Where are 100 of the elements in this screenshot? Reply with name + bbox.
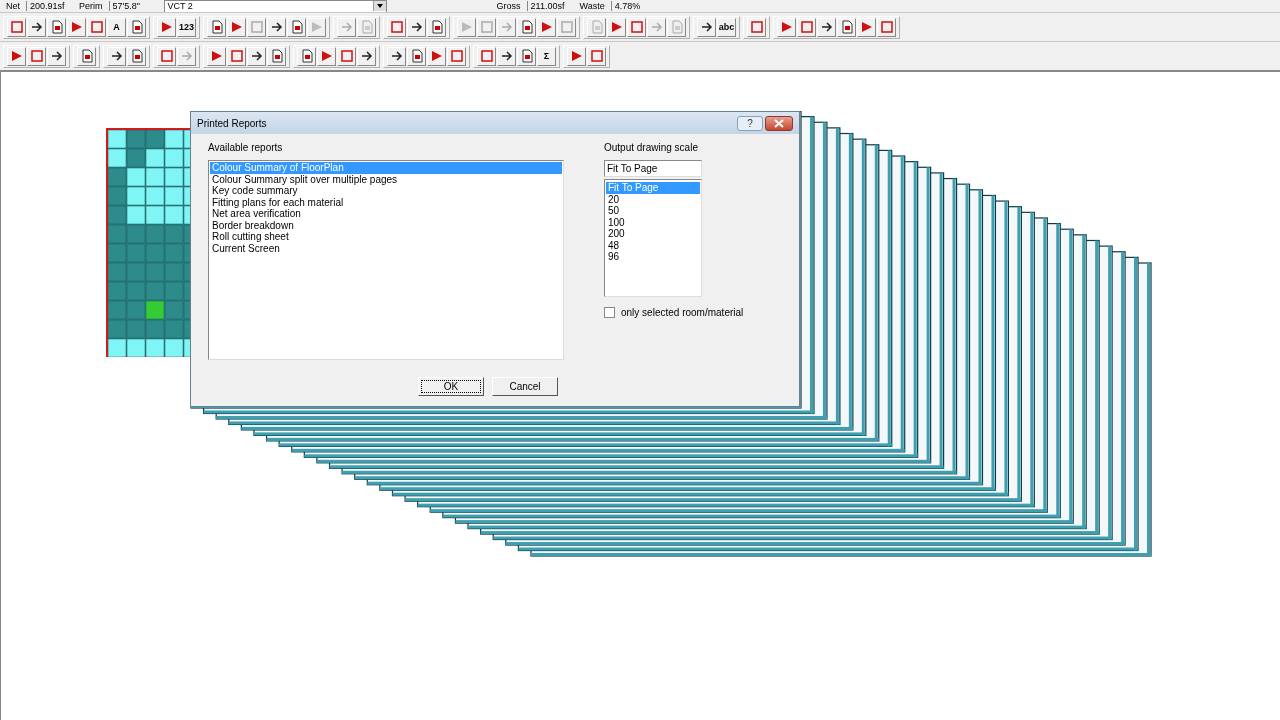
arrow-icon xyxy=(699,20,714,34)
toolbar-button[interactable]: abc xyxy=(717,17,736,37)
toolbar-button[interactable] xyxy=(357,46,376,66)
triangle-icon xyxy=(859,20,874,34)
dialog-button[interactable]: OK xyxy=(418,377,484,396)
field-label: Net xyxy=(5,1,21,11)
list-item[interactable]: 50 xyxy=(606,205,700,217)
toolbar-button[interactable] xyxy=(407,17,426,37)
document-icon xyxy=(519,49,534,63)
arrow-icon xyxy=(819,20,834,34)
list-item[interactable]: Fitting plans for each material xyxy=(210,196,562,208)
document-icon xyxy=(669,20,684,34)
triangle-icon xyxy=(209,49,224,63)
document-icon xyxy=(839,20,854,34)
checkbox-label: only selected room/material xyxy=(621,307,744,318)
list-item[interactable]: Roll cutting sheet xyxy=(210,231,562,243)
material-dropdown[interactable]: VCT 2 xyxy=(163,0,387,13)
square-icon xyxy=(479,20,494,34)
arrow-icon xyxy=(389,49,404,63)
close-icon xyxy=(774,118,784,128)
close-button[interactable] xyxy=(765,115,793,131)
square-icon xyxy=(159,49,174,63)
toolbar-button[interactable] xyxy=(387,46,406,66)
document-icon xyxy=(589,20,604,34)
document-icon xyxy=(359,20,374,34)
list-label: Output drawing scale xyxy=(604,142,699,153)
triangle-icon xyxy=(459,20,474,34)
triangle-icon xyxy=(69,20,84,34)
list-item[interactable]: Current Screen xyxy=(210,242,562,254)
window-title: Printed Reports xyxy=(197,117,268,129)
document-icon xyxy=(209,20,224,34)
document-icon xyxy=(429,20,444,34)
square-icon xyxy=(9,20,24,34)
list-item[interactable]: Border breakdown xyxy=(210,219,562,231)
toolbar-button[interactable] xyxy=(27,17,46,37)
document-icon xyxy=(409,49,424,63)
square-icon xyxy=(249,20,264,34)
list-item[interactable]: Key code summary xyxy=(210,185,562,197)
square-icon xyxy=(449,49,464,63)
square-icon xyxy=(29,49,44,63)
square-icon xyxy=(89,20,104,34)
toolbar-button[interactable] xyxy=(247,46,266,66)
square-icon xyxy=(389,20,404,34)
arrow-icon xyxy=(179,49,194,63)
scale-input-field[interactable]: Fit To Page xyxy=(604,160,702,177)
help-button[interactable]: ? xyxy=(737,115,763,131)
triangle-icon xyxy=(609,20,624,34)
field-label: Waste xyxy=(578,1,606,11)
arrow-icon xyxy=(409,20,424,34)
arrow-icon xyxy=(359,49,374,63)
document-icon xyxy=(299,49,314,63)
document-icon xyxy=(269,49,284,63)
arrow-icon xyxy=(649,20,664,34)
arrow-icon xyxy=(249,49,264,63)
square-icon xyxy=(879,20,894,34)
toolbar-button[interactable]: Σ xyxy=(537,46,556,66)
arrow-icon xyxy=(269,20,284,34)
triangle-icon xyxy=(309,20,324,34)
toolbar-button[interactable] xyxy=(697,17,716,37)
triangle-icon xyxy=(319,49,334,63)
square-icon xyxy=(339,49,354,63)
document-icon xyxy=(129,20,144,34)
toolbar-button[interactable]: 123 xyxy=(177,17,196,37)
list-label: Available reports xyxy=(208,142,284,153)
toolbar-button[interactable] xyxy=(497,46,516,66)
list-item[interactable]: Colour Summary split over multiple pages xyxy=(210,173,562,185)
arrow-icon xyxy=(49,49,64,63)
square-icon xyxy=(229,49,244,63)
square-icon xyxy=(629,20,644,34)
toolbar-button[interactable]: A xyxy=(107,17,126,37)
triangle-icon xyxy=(9,49,24,63)
list-item[interactable]: 100 xyxy=(606,216,700,228)
toolbar-button[interactable] xyxy=(817,17,836,37)
document-icon xyxy=(519,20,534,34)
square-icon xyxy=(479,49,494,63)
document-icon xyxy=(129,49,144,63)
triangle-icon xyxy=(159,20,174,34)
list-item[interactable]: 200 xyxy=(606,228,700,240)
document-icon xyxy=(289,20,304,34)
triangle-icon xyxy=(429,49,444,63)
arrow-icon xyxy=(499,20,514,34)
triangle-icon xyxy=(569,49,584,63)
toolbar-button[interactable] xyxy=(107,46,126,66)
checkbox[interactable] xyxy=(604,307,615,318)
toolbar-button[interactable] xyxy=(267,17,286,37)
square-icon xyxy=(799,20,814,34)
arrow-icon xyxy=(29,20,44,34)
toolbar-button[interactable] xyxy=(47,46,66,66)
field-label: Perim xyxy=(78,1,104,11)
triangle-icon xyxy=(229,20,244,34)
arrow-icon xyxy=(499,49,514,63)
list-item[interactable]: 20 xyxy=(606,193,700,205)
document-icon xyxy=(49,20,64,34)
triangle-icon xyxy=(779,20,794,34)
list-item[interactable]: Net area verification xyxy=(210,208,562,220)
dialog-button[interactable]: Cancel xyxy=(492,377,558,396)
arrow-icon xyxy=(339,20,354,34)
list-item[interactable]: 48 xyxy=(606,239,700,251)
document-icon xyxy=(79,49,94,63)
list-item[interactable]: 96 xyxy=(606,251,700,263)
